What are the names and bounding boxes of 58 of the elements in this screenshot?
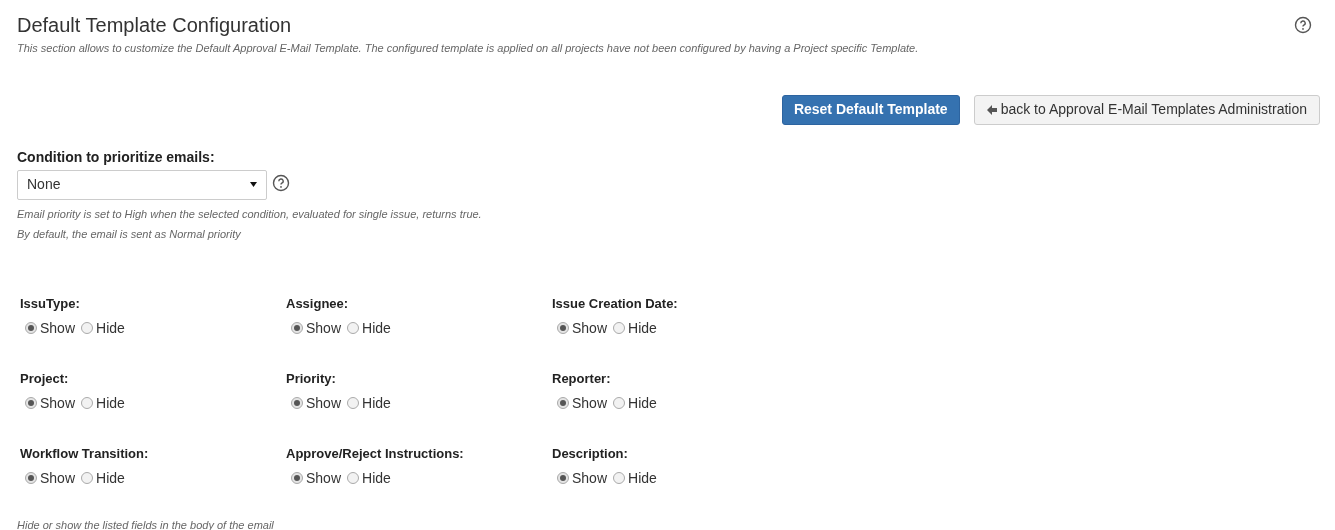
radio-button[interactable] [81, 322, 94, 334]
radio-button[interactable] [557, 472, 569, 484]
help-text: Hide or show the listed fields in the body of the email [17, 517, 275, 530]
radio-label: Show [40, 468, 76, 488]
radio-label: Show [572, 393, 608, 413]
page-description: This section allows to customize the Default Approval E-Mail Template. The configured template is applied on all projects have not been configured by having a Project specific Template. [17, 41, 920, 56]
radio-button[interactable] [81, 397, 94, 409]
radio-label: Show [306, 393, 342, 413]
arrow-left-icon [986, 104, 997, 115]
page-title: Default Template Configuration [17, 13, 292, 38]
radio-button[interactable] [25, 472, 37, 484]
radio-label: Show [40, 393, 76, 413]
radio-label: Show [572, 318, 608, 338]
help-icon[interactable] [1294, 16, 1312, 34]
help-icon[interactable] [272, 173, 290, 192]
field-label: Reporter: [552, 369, 612, 387]
radio-button[interactable] [347, 322, 360, 334]
radio-button[interactable] [557, 397, 569, 409]
help-text: Email priority is set to High when the selected condition, evaluated for single issue, returns true. [17, 206, 483, 222]
field-label: Assignee: [286, 294, 350, 312]
radio-label: Hide [96, 393, 125, 413]
field-label: Description: [552, 444, 629, 462]
radio-label: Show [40, 318, 76, 338]
radio-label: Show [306, 468, 342, 488]
radio-label: Hide [96, 318, 125, 338]
back-button[interactable]: back to Approval E-Mail Templates Administration [973, 94, 1320, 125]
radio-button[interactable] [81, 472, 94, 484]
help-text: By default, the email is sent as Normal priority [17, 226, 242, 242]
field-label: Issue Creation Date: [552, 294, 679, 312]
radio-button[interactable] [613, 397, 626, 409]
radio-button[interactable] [291, 397, 303, 409]
radio-button[interactable] [347, 397, 360, 409]
radio-label: Hide [628, 393, 657, 413]
radio-button[interactable] [25, 322, 37, 334]
caret-icon [250, 182, 257, 187]
field-label: Condition to prioritize emails: [17, 147, 216, 167]
radio-label: Hide [362, 318, 391, 338]
field-label: IssuType: [20, 294, 81, 312]
reset-button[interactable]: Reset Default Template [781, 94, 960, 125]
radio-label: Show [306, 318, 342, 338]
radio-label: Hide [628, 318, 657, 338]
field-label: Priority: [286, 369, 337, 387]
condition-select[interactable]: None [17, 169, 267, 200]
radio-button[interactable] [557, 322, 569, 334]
radio-button[interactable] [291, 322, 303, 334]
radio-button[interactable] [291, 472, 303, 484]
field-label: Approve/Reject Instructions: [286, 444, 465, 462]
radio-button[interactable] [25, 397, 37, 409]
field-label: Project: [20, 369, 70, 387]
radio-label: Hide [628, 468, 657, 488]
radio-button[interactable] [347, 472, 360, 484]
radio-label: Hide [362, 468, 391, 488]
radio-label: Show [572, 468, 608, 488]
radio-label: Hide [96, 468, 125, 488]
radio-button[interactable] [613, 322, 626, 334]
field-label: Workflow Transition: [20, 444, 150, 462]
radio-label: Hide [362, 393, 391, 413]
radio-button[interactable] [613, 472, 626, 484]
